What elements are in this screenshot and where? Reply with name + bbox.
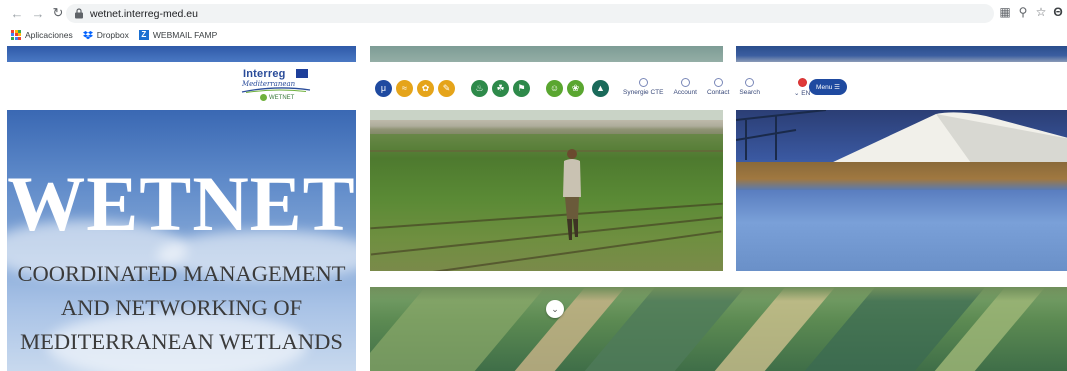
- bookmark-label: Dropbox: [96, 29, 129, 40]
- axis-4-icon[interactable]: ♨: [471, 79, 488, 97]
- eu-flag-icon: [296, 69, 308, 78]
- zoom-icon[interactable]: ⚲: [1016, 5, 1030, 19]
- crane-structure: [736, 110, 826, 160]
- axis-2-icon[interactable]: ✿: [417, 79, 434, 97]
- synergie-icon: [638, 78, 648, 87]
- webmail-icon: Z: [138, 29, 149, 40]
- search-link[interactable]: Search: [739, 78, 760, 96]
- salt-mound: [816, 112, 1067, 170]
- menu-button[interactable]: Menu ☰: [809, 79, 847, 95]
- util-label: Search: [739, 89, 760, 96]
- hero-subtitle-line: MEDITERRANEAN WETLANDS: [20, 329, 343, 354]
- top-photo-left: [7, 46, 356, 62]
- language-label: EN: [801, 90, 811, 97]
- bookmark-label: WEBMAIL FAMP: [152, 29, 218, 40]
- axis-6-icon[interactable]: ⚑: [513, 79, 530, 97]
- axis-1-icon[interactable]: ≈: [396, 79, 413, 97]
- top-photo-middle: [370, 46, 723, 62]
- address-bar[interactable]: wetnet.interreg-med.eu: [66, 4, 994, 23]
- m-icon[interactable]: μ: [375, 79, 392, 97]
- bookmarks-bar: Aplicaciones Dropbox Z WEBMAIL FAMP: [0, 26, 1067, 43]
- axis-icons-bar: μ ≈ ✿ ✎ ♨ ☘ ⚑ ☺ ❀ ▲: [375, 79, 613, 97]
- lock-icon: [75, 8, 83, 19]
- translate-icon[interactable]: ▦: [998, 5, 1012, 19]
- interreg-logo[interactable]: Interreg Mediterranean WETNET: [240, 68, 315, 106]
- bookmark-apps[interactable]: Aplicaciones: [11, 29, 73, 40]
- forward-arrow-icon[interactable]: →: [30, 5, 46, 21]
- synergie-link[interactable]: Synergie CTE: [623, 78, 663, 96]
- farmer-figure: [563, 149, 581, 240]
- bookmark-star-icon[interactable]: ☆: [1034, 5, 1048, 19]
- util-label: Synergie CTE: [623, 89, 664, 96]
- util-label: ⌄ EN: [793, 90, 811, 97]
- dropbox-icon: [82, 30, 93, 39]
- axis-3-icon[interactable]: ✎: [438, 79, 455, 97]
- aerial-fields-photo[interactable]: [370, 287, 1067, 371]
- hero-subtitle-line: AND NETWORKING OF: [60, 295, 303, 320]
- hero-subtitle-line: COORDINATED MANAGEMENT: [17, 261, 346, 286]
- language-flag-icon: [797, 78, 807, 87]
- account-icon: [680, 78, 690, 87]
- apps-grid-icon: [11, 29, 21, 40]
- web-page: Interreg Mediterranean WETNET μ ≈ ✿ ✎ ♨ …: [0, 43, 1067, 371]
- axis-8-icon[interactable]: ❀: [567, 79, 584, 97]
- language-selector[interactable]: ⌄ EN: [794, 78, 810, 97]
- axis-9-icon[interactable]: ▲: [592, 79, 609, 97]
- wetnet-dot-icon: [260, 94, 267, 101]
- axis-7-icon[interactable]: ☺: [546, 79, 563, 97]
- site-header: Interreg Mediterranean WETNET μ ≈ ✿ ✎ ♨ …: [0, 62, 1067, 110]
- browser-toolbar: ← → ↻ wetnet.interreg-med.eu ▦ ⚲ ☆ Θ: [0, 0, 1067, 26]
- top-photo-right: [736, 46, 1067, 62]
- logo-tag: WETNET: [260, 94, 294, 101]
- salt-pan-photo[interactable]: [736, 110, 1067, 271]
- bookmark-label: Aplicaciones: [25, 29, 73, 40]
- account-link[interactable]: Account: [673, 78, 697, 96]
- hero-banner: WETNET COORDINATED MANAGEMENT AND NETWOR…: [7, 110, 356, 371]
- util-label: Contact: [706, 89, 730, 96]
- axis-5-icon[interactable]: ☘: [492, 79, 509, 97]
- logo-tag-label: WETNET: [269, 94, 295, 101]
- contact-icon: [713, 78, 723, 87]
- bookmark-dropbox[interactable]: Dropbox: [82, 29, 129, 40]
- back-arrow-icon[interactable]: ←: [9, 5, 25, 21]
- scroll-down-button[interactable]: ⌄: [546, 300, 564, 318]
- utility-links: Synergie CTE Account Contact Search ⌄ EN: [623, 78, 820, 97]
- rice-field-photo[interactable]: [370, 110, 723, 271]
- reload-icon[interactable]: ↻: [50, 5, 66, 21]
- profile-icon[interactable]: Θ: [1051, 5, 1065, 19]
- contact-link[interactable]: Contact: [707, 78, 729, 96]
- util-label: Account: [673, 89, 697, 96]
- logo-swoosh-icon: [241, 87, 311, 93]
- logo-title: Interreg: [243, 68, 286, 80]
- bookmark-webmail[interactable]: Z WEBMAIL FAMP: [138, 29, 218, 40]
- hero-title: WETNET: [7, 160, 356, 247]
- search-icon: [745, 78, 755, 87]
- url-text: wetnet.interreg-med.eu: [90, 7, 198, 20]
